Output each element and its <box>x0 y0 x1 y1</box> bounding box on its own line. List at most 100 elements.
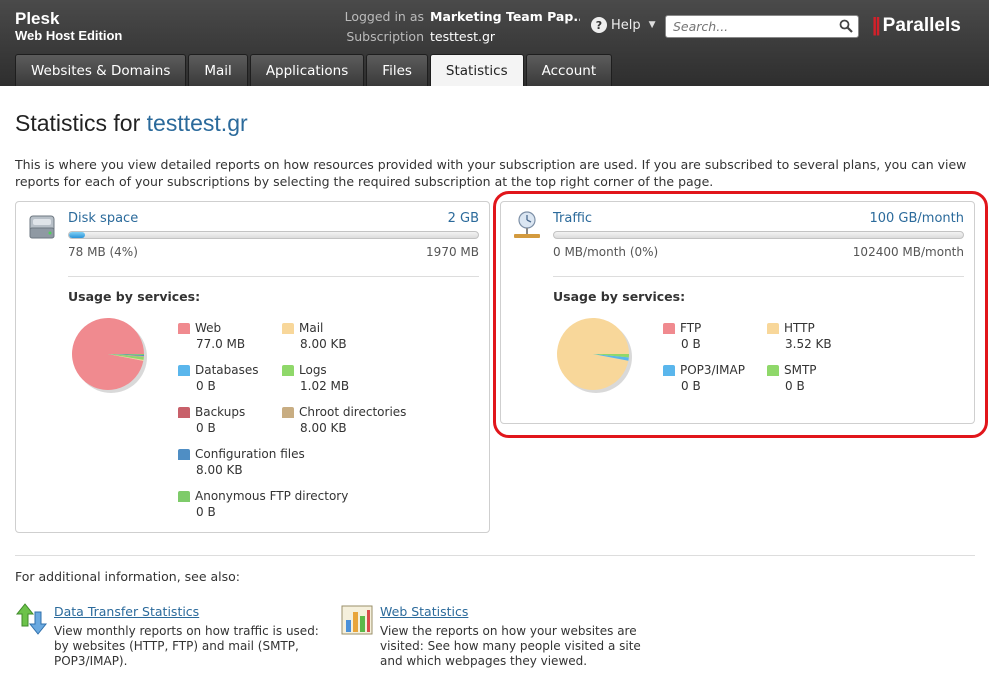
parallels-logo[interactable]: || Parallels <box>872 15 961 37</box>
traffic-title[interactable]: Traffic <box>553 211 592 226</box>
legend-item-backups: Backups 0 B <box>178 404 245 436</box>
tab-websites-domains[interactable]: Websites & Domains <box>15 54 187 86</box>
data-transfer-arrows-icon <box>15 603 48 635</box>
help-icon: ? <box>591 17 607 33</box>
legend-name: Mail <box>299 321 324 335</box>
legend-swatch <box>178 406 190 418</box>
data-transfer-statistics-link[interactable]: Data Transfer Statistics <box>54 604 199 619</box>
logged-in-user[interactable]: Marketing Team Pap...▼ <box>430 8 580 28</box>
tab-account[interactable]: Account <box>525 54 613 86</box>
disk-usage-pie <box>72 318 147 393</box>
traffic-limit: 100 GB/month <box>869 211 964 226</box>
legend-swatch <box>767 364 779 376</box>
disk-total: 1970 MB <box>426 245 479 259</box>
data-transfer-block: Data Transfer Statistics View monthly re… <box>54 604 329 669</box>
page-title: Statistics for testtest.gr <box>15 110 248 137</box>
tab-applications[interactable]: Applications <box>249 54 365 86</box>
legend-swatch <box>282 364 294 376</box>
web-statistics-block: Web Statistics View the reports on how y… <box>380 604 655 669</box>
traffic-usage-label: Usage by services: <box>553 289 686 304</box>
brand-edition: Web Host Edition <box>15 28 123 43</box>
additional-info-label: For additional information, see also: <box>15 569 241 584</box>
legend-value: 0 B <box>196 505 216 519</box>
disk-used: 78 MB (4%) <box>68 245 138 259</box>
legend-item-anon-ftp: Anonymous FTP directory 0 B <box>178 488 348 520</box>
tab-statistics[interactable]: Statistics <box>429 54 524 86</box>
web-statistics-link[interactable]: Web Statistics <box>380 604 468 619</box>
legend-item-databases: Databases 0 B <box>178 362 259 394</box>
legend-name: Backups <box>195 405 246 419</box>
logged-in-user-name: Marketing Team Pap... <box>430 9 580 24</box>
search-box <box>665 15 859 38</box>
disk-space-title[interactable]: Disk space <box>68 211 138 226</box>
legend-item-ftp: FTP 0 B <box>663 320 701 352</box>
legend-value: 8.00 KB <box>300 337 347 351</box>
legend-swatch <box>178 364 190 376</box>
traffic-network-icon <box>514 211 540 238</box>
search-icon[interactable] <box>839 19 853 33</box>
tab-files[interactable]: Files <box>366 54 428 86</box>
legend-item-http: HTTP 3.52 KB <box>767 320 832 352</box>
legend-name: FTP <box>680 321 702 335</box>
legend-item-logs: Logs 1.02 MB <box>282 362 349 394</box>
legend-item-chroot: Chroot directories 8.00 KB <box>282 404 406 436</box>
divider <box>553 276 964 277</box>
legend-name: Databases <box>195 363 259 377</box>
hard-disk-icon <box>29 215 55 239</box>
legend-value: 0 B <box>196 379 216 393</box>
subscription-label: Subscription <box>346 29 424 44</box>
main-tabs: Websites & Domains Mail Applications Fil… <box>15 54 613 86</box>
legend-swatch <box>282 406 294 418</box>
legend-name: Logs <box>299 363 327 377</box>
legend-item-mail: Mail 8.00 KB <box>282 320 347 352</box>
brand: Plesk Web Host Edition <box>15 9 122 43</box>
legend-name: Configuration files <box>195 447 305 461</box>
legend-value: 8.00 KB <box>300 421 347 435</box>
traffic-card: Traffic 100 GB/month 0 MB/month (0%) 102… <box>500 201 975 424</box>
divider <box>68 276 479 277</box>
legend-value: 1.02 MB <box>300 379 350 393</box>
traffic-total: 102400 MB/month <box>852 245 964 259</box>
legend-value: 77.0 MB <box>196 337 246 351</box>
legend-value: 3.52 KB <box>785 337 832 351</box>
logged-in-label: Logged in as <box>344 9 424 24</box>
help-menu[interactable]: ? Help ▼ <box>591 17 656 33</box>
tab-mail[interactable]: Mail <box>188 54 248 86</box>
chevron-down-icon: ▼ <box>648 20 656 30</box>
legend-swatch <box>178 322 190 334</box>
parallels-bars-icon: || <box>872 15 881 36</box>
legend-value: 8.00 KB <box>196 463 243 477</box>
traffic-usage-bar <box>553 231 964 239</box>
legend-item-config: Configuration files 8.00 KB <box>178 446 305 478</box>
web-statistics-desc: View the reports on how your websites ar… <box>380 624 641 668</box>
web-statistics-chart-icon <box>341 605 373 635</box>
disk-usage-label: Usage by services: <box>68 289 201 304</box>
top-header: Plesk Web Host Edition Logged in as Mark… <box>0 0 989 86</box>
disk-space-card: Disk space 2 GB 78 MB (4%) 1970 MB Usage… <box>15 201 490 533</box>
account-info: Logged in as Marketing Team Pap...▼ Subs… <box>300 8 580 46</box>
legend-swatch <box>767 322 779 334</box>
legend-name: Anonymous FTP directory <box>195 489 349 503</box>
legend-swatch <box>178 448 190 460</box>
page-title-domain: testtest.gr <box>146 110 248 136</box>
legend-swatch <box>663 322 675 334</box>
subscription-value[interactable]: testtest.gr <box>430 28 580 46</box>
legend-item-web: Web 77.0 MB <box>178 320 245 352</box>
legend-item-smtp: SMTP 0 B <box>767 362 817 394</box>
page-intro: This is where you view detailed reports … <box>15 157 967 189</box>
legend-value: 0 B <box>681 379 701 393</box>
legend-value: 0 B <box>196 421 216 435</box>
legend-value: 0 B <box>681 337 701 351</box>
traffic-usage-pie <box>557 318 632 393</box>
disk-space-limit: 2 GB <box>447 211 479 226</box>
brand-name: Plesk <box>15 9 60 28</box>
traffic-used: 0 MB/month (0%) <box>553 245 659 259</box>
disk-usage-bar <box>68 231 479 239</box>
legend-name: SMTP <box>784 363 817 377</box>
disk-usage-fill <box>69 232 86 238</box>
legend-item-pop3-imap: POP3/IMAP 0 B <box>663 362 745 394</box>
legend-swatch <box>663 364 675 376</box>
search-input[interactable] <box>673 19 833 34</box>
legend-swatch <box>178 490 190 502</box>
legend-name: POP3/IMAP <box>680 363 745 377</box>
